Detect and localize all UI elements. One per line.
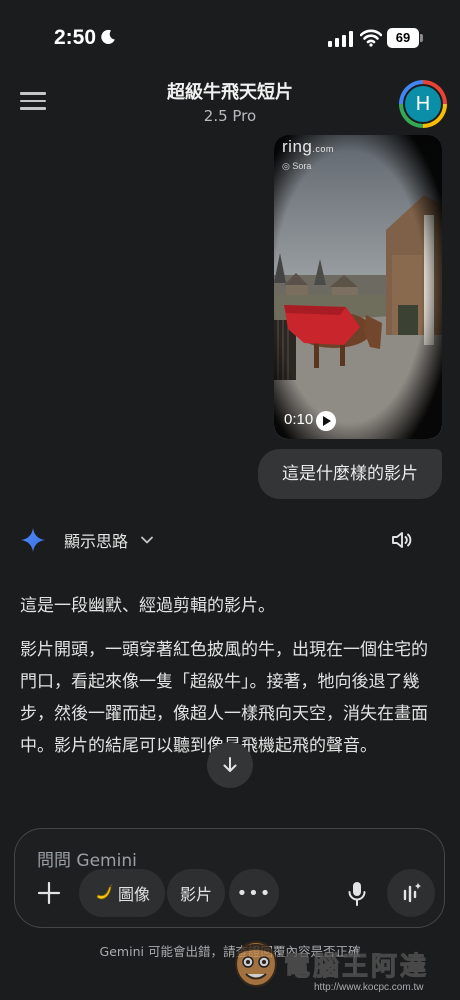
model-selector[interactable]: 2.5 Pro [0, 107, 460, 125]
watermark-url: http://www.kocpc.com.tw [314, 982, 424, 993]
conversation-title: 超級牛飛天短片 [167, 82, 293, 103]
show-thinking-label: 顯示思路 [64, 532, 129, 551]
wifi-icon [360, 29, 382, 47]
watermark-logo: 電腦王阿達 http://www.kocpc.com.tw [226, 930, 460, 1000]
watermark-face-icon [235, 941, 277, 987]
microphone-icon[interactable] [347, 881, 367, 907]
live-mode-button[interactable] [387, 869, 435, 917]
more-icon: ••• [236, 882, 272, 904]
video-duration: 0:10 [284, 411, 314, 428]
play-icon[interactable] [316, 411, 336, 431]
status-bar: 2:50 69 [0, 0, 460, 70]
chevron-down-icon [141, 536, 153, 544]
watermark-name: 電腦王阿達 [283, 952, 430, 983]
video-tag: ◎ Sora [282, 161, 312, 171]
gemini-spark-icon [21, 528, 45, 552]
image-tool-label: 圖像 [117, 885, 150, 904]
plus-icon[interactable] [37, 881, 61, 905]
video-frame [274, 135, 442, 439]
prompt-composer: 圖像 影片 ••• [14, 828, 445, 928]
account-avatar[interactable]: H [403, 84, 443, 124]
banana-icon [96, 884, 113, 900]
show-thinking-toggle[interactable]: 顯示思路 [64, 527, 154, 553]
battery-tip [420, 34, 423, 42]
live-waveform-icon [403, 882, 422, 903]
speaker-icon[interactable] [390, 528, 414, 552]
video-attachment[interactable]: ring.com ◎ Sora 0:10 [274, 135, 442, 439]
image-tool-chip[interactable]: 圖像 [79, 869, 165, 917]
video-tool-label: 影片 [179, 885, 212, 904]
arrow-down-icon [223, 757, 237, 772]
response-paragraph: 這是一段幽默、經過剪輯的影片。 [20, 596, 275, 616]
signal-icon [328, 31, 353, 47]
video-tool-chip[interactable]: 影片 [167, 869, 225, 917]
clock: 2:50 [54, 26, 97, 49]
battery-icon: 69 [387, 28, 419, 48]
scroll-to-bottom-button[interactable] [207, 742, 253, 788]
moon-icon [101, 29, 115, 44]
video-brand: ring.com [282, 137, 334, 156]
more-tools-button[interactable]: ••• [229, 869, 279, 917]
user-message: 這是什麼樣的影片 [258, 449, 442, 499]
